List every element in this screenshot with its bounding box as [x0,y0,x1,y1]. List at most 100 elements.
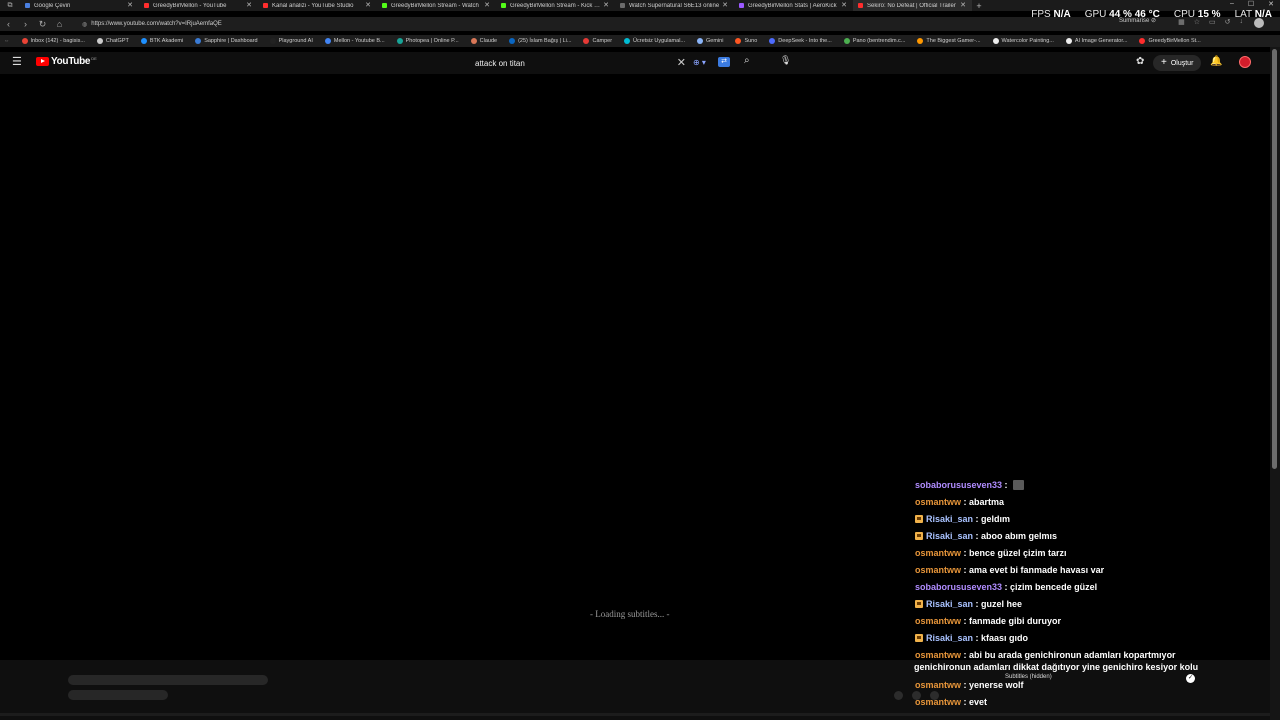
url-field[interactable]: ◍ https://www.youtube.com/watch?v=IRjuAe… [72,19,1072,30]
chat-username[interactable]: Risaki_san [926,514,973,524]
chat-username[interactable]: osmantww [915,650,961,660]
browser-tab[interactable]: Kanal analizi - YouTube Studio ✕ [258,0,377,11]
profile-icon[interactable] [1254,18,1264,28]
tab-list: Google Çeviri ✕ GreedyBirMellon - YouTube ✕… [20,0,972,11]
tab-close-icon[interactable]: ✕ [365,1,371,9]
notifications-bell-icon[interactable]: 🔔 [1210,56,1222,67]
back-icon[interactable]: ‹ [0,17,17,31]
chat-separator: : [973,530,982,541]
bookmark-item[interactable]: Suno [735,38,757,44]
tab-close-icon[interactable]: ✕ [484,1,490,9]
browser-tab[interactable]: GreedyBirMellon Stream - Watch ✕ [377,0,496,11]
create-button[interactable]: + Oluştur [1153,55,1202,71]
chat-text: ama evet bi fanmade havası var [969,564,1105,575]
download-icon[interactable]: ↓ [1240,18,1244,28]
home-icon[interactable]: ⌂ [51,17,68,31]
chat-username[interactable]: osmantww [915,616,961,626]
tab-close-icon[interactable]: ✕ [127,1,133,9]
sidebar-icon[interactable]: ▭ [1209,18,1216,28]
bookmark-item[interactable]: BTK Akademi [140,38,183,44]
tab-menu-icon[interactable]: ⧉ [0,0,20,11]
chat-message: Risaki_san : kfaası gıdo [915,629,1245,646]
page-scrollbar[interactable] [1270,47,1280,720]
chat-username[interactable]: osmantww [915,548,961,558]
tab-close-icon[interactable]: ✕ [246,1,252,9]
browser-tab[interactable]: GreedyBirMellon Stream - Kick Dash ✕ [496,0,615,11]
language-extension-icon[interactable]: ⊕ ▾ [693,58,706,67]
browser-tab[interactable]: Watch Supernatural S6E13 online ✕ [615,0,734,11]
bookmark-item[interactable]: Inbox (142) - bagisis... [21,38,85,44]
chat-username[interactable]: Risaki_san [926,599,973,609]
tab-close-icon[interactable]: ✕ [841,1,847,9]
browser-tab[interactable]: GreedyBirMellon - YouTube ✕ [139,0,258,11]
bookmark-item[interactable]: The Biggest Gamer-... [917,38,981,44]
chat-username[interactable]: sobaborususeven33 [915,480,1002,490]
chat-message: Risaki_san : aboo abım gelmıs [915,527,1245,544]
bookmark-item[interactable]: (25) İslam Bağış | Li... [509,38,571,44]
bookmarks-bar: ⇔ Inbox (142) - bagisis... ChatGPT BTK Aka… [0,35,1280,47]
search-input[interactable] [470,58,670,68]
address-bar-icons: ▦ ☆ ▭ ↺ ↓ [1178,18,1264,28]
bookmark-item[interactable]: Camper [583,38,612,44]
tab-title: GreedyBirMellon - YouTube [153,2,227,9]
bookmark-label: Gemini [706,38,724,44]
chat-username[interactable]: osmantww [915,497,961,507]
bookmark-menu-icon[interactable]: ⇔ [4,38,10,44]
chat-username[interactable]: osmantww [915,680,961,690]
chat-username[interactable]: Risaki_san [926,531,973,541]
bookmark-item[interactable]: Ücretsiz Uygulamal... [624,38,685,44]
tab-close-icon[interactable]: ✕ [960,1,966,9]
bookmark-item[interactable]: GreedyBirMellon St... [1139,38,1201,44]
new-tab-button[interactable]: + [972,1,986,11]
youtube-logo[interactable]: YouTube DE [36,56,97,67]
site-info-icon[interactable]: ◍ [82,21,87,28]
bookmark-item[interactable]: Playground AI [269,38,313,44]
chat-username[interactable]: sobaborususeven33 [915,582,1002,592]
tab-close-icon[interactable]: ✕ [603,1,609,9]
bookmark-item[interactable]: Mellon - Youtube B... [324,38,385,44]
bookmark-item[interactable]: Sapphire | Dashboard [195,38,258,44]
emote-icon [1013,479,1025,490]
chat-message: osmantww : abartma [915,493,1245,510]
menu-icon[interactable]: ☰ [12,56,24,68]
clear-search-icon[interactable]: ✕ [677,56,686,69]
minimize-icon[interactable]: – [1230,0,1234,8]
bookmark-item[interactable]: Watercolor Painting... [992,38,1054,44]
tab-close-icon[interactable]: ✕ [722,1,728,9]
bookmark-favicon-icon [21,38,28,44]
maximize-icon[interactable]: ☐ [1248,0,1254,8]
bookmark-item[interactable]: ChatGPT [96,38,129,44]
browser-tab[interactable]: Google Çeviri ✕ [20,0,139,11]
chat-username[interactable]: Risaki_san [926,633,973,643]
avatar[interactable] [1239,56,1251,68]
search-icon[interactable]: ⌕ [744,55,750,66]
browser-tab[interactable]: Sekiro: No Defeat | Official Trailer ✕ [853,0,972,11]
history-icon[interactable]: ↺ [1225,18,1231,28]
bookmark-item[interactable]: AI Image Generator... [1065,38,1127,44]
chat-message: Risaki_san : geldım [915,510,1245,527]
bookmark-item[interactable]: Photopea | Online P... [396,38,459,44]
chat-username[interactable]: osmantww [915,565,961,575]
chat-message: Risaki_san : guzel hee [915,595,1245,612]
microphone-icon[interactable]: 🎙 [780,55,791,66]
extension-icon[interactable]: ▦ [1178,18,1185,28]
translate-extension-icon[interactable]: ⇄ [718,57,730,67]
scrollbar-thumb[interactable] [1272,49,1277,469]
chat-separator: : [961,649,970,660]
summarise-button[interactable]: Summarise ⊘ [1119,17,1156,24]
subtitle-skeleton [68,690,168,700]
bookmark-favicon-icon [917,38,924,44]
bookmark-item[interactable]: Claude [470,38,497,44]
bookmark-item[interactable]: Gemini [697,38,723,44]
youtube-header: ☰ YouTube DE ✕ [0,52,1270,74]
ai-extension-icon[interactable]: ✿ [1136,56,1144,67]
forward-icon[interactable]: › [17,17,34,31]
youtube-wordmark: YouTube [51,56,91,67]
bookmark-item[interactable]: DeepSeek - Into the... [769,38,832,44]
reload-icon[interactable]: ↻ [34,17,51,31]
close-window-icon[interactable]: ✕ [1268,0,1274,8]
chat-username[interactable]: osmantww [915,697,961,707]
browser-tab[interactable]: GreedyBirMellon Stats | AeroKick ✕ [734,0,853,11]
bookmark-star-icon[interactable]: ☆ [1194,18,1200,28]
bookmark-item[interactable]: Pano (bentrendim.c... [843,38,905,44]
